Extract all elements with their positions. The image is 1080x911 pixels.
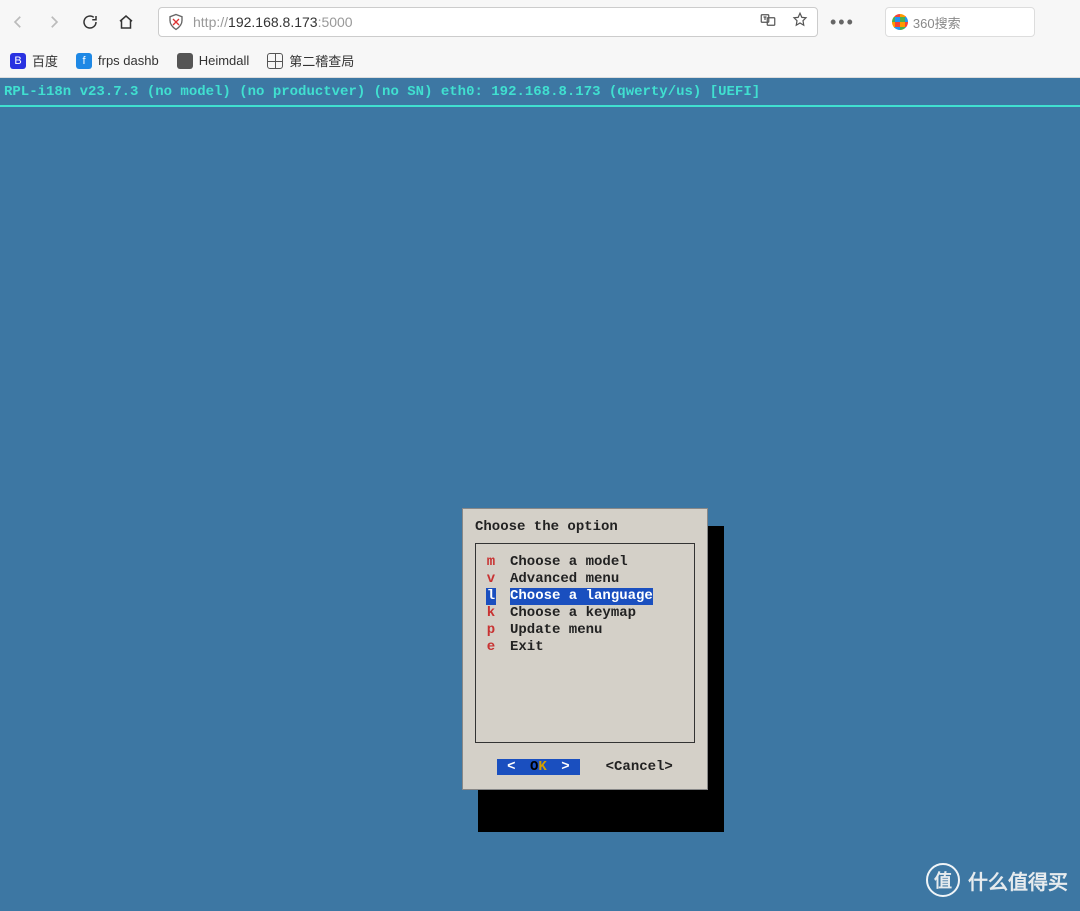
menu-dialog-wrap: Choose the option m Choose a model v Advanc… (462, 508, 708, 790)
menu-option[interactable]: k Choose a keymap (482, 605, 688, 622)
search-placeholder: 360搜索 (913, 13, 961, 32)
bookmark-dept[interactable]: 第二稽查局 (267, 51, 354, 70)
bookmark-label: Heimdall (199, 53, 250, 68)
reload-button[interactable] (78, 10, 102, 34)
watermark: 值 什么值得买 (926, 863, 1068, 897)
option-key: v (486, 571, 496, 588)
bookmark-label: 百度 (32, 51, 58, 70)
url-bar[interactable]: http://192.168.8.173:5000 (158, 7, 818, 37)
dialog-title: Choose the option (475, 519, 695, 535)
option-label: Choose a language (510, 588, 653, 605)
option-key: p (486, 622, 496, 639)
frps-icon: f (76, 53, 92, 69)
heimdall-icon (177, 53, 193, 69)
browser-chrome: http://192.168.8.173:5000 ••• 360搜索 B 百度… (0, 0, 1080, 78)
watermark-text: 什么值得买 (968, 866, 1068, 895)
option-label: Update menu (510, 622, 602, 639)
option-key: m (486, 554, 496, 571)
bookmark-frps[interactable]: f frps dashb (76, 53, 159, 69)
forward-button[interactable] (42, 10, 66, 34)
globe-icon (267, 53, 283, 69)
menu-option[interactable]: m Choose a model (482, 554, 688, 571)
bookmark-star-icon[interactable] (791, 11, 809, 34)
translate-icon[interactable] (759, 11, 777, 34)
option-label: Choose a keymap (510, 605, 636, 622)
bookmark-label: 第二稽查局 (289, 51, 354, 70)
dialog-options-frame: m Choose a model v Advanced menu l Choose a l… (475, 543, 695, 743)
separator (0, 105, 1080, 107)
bookmark-label: frps dashb (98, 53, 159, 68)
option-key: e (486, 639, 496, 656)
option-label: Advanced menu (510, 571, 619, 588)
dialog-buttons: < OK > <Cancel> (475, 759, 695, 775)
option-key: l (486, 588, 496, 605)
menu-option[interactable]: e Exit (482, 639, 688, 656)
option-label: Choose a model (510, 554, 628, 571)
menu-option[interactable]: v Advanced menu (482, 571, 688, 588)
url-text: http://192.168.8.173:5000 (193, 14, 353, 30)
menu-option[interactable]: p Update menu (482, 622, 688, 639)
terminal-status-line: RPL-i18n v23.7.3 (no model) (no productv… (0, 78, 1080, 105)
back-button[interactable] (6, 10, 30, 34)
browser-toolbar: http://192.168.8.173:5000 ••• 360搜索 (0, 0, 1080, 44)
page-content: RPL-i18n v23.7.3 (no model) (no productv… (0, 78, 1080, 911)
menu-option[interactable]: l Choose a language (482, 588, 688, 605)
menu-dialog: Choose the option m Choose a model v Advanc… (462, 508, 708, 790)
ok-button[interactable]: < OK > (497, 759, 579, 775)
security-shield-icon (167, 13, 185, 31)
watermark-badge-icon: 值 (926, 863, 960, 897)
search-engine-box[interactable]: 360搜索 (885, 7, 1035, 37)
option-label: Exit (510, 639, 544, 656)
bookmarks-bar: B 百度 f frps dashb Heimdall 第二稽查局 (0, 44, 1080, 78)
paw-icon: B (10, 53, 26, 69)
cancel-button[interactable]: <Cancel> (606, 759, 673, 775)
bookmark-baidu[interactable]: B 百度 (10, 51, 58, 70)
more-menu-icon[interactable]: ••• (830, 13, 855, 31)
search-engine-logo-icon (892, 14, 908, 30)
home-button[interactable] (114, 10, 138, 34)
bookmark-heimdall[interactable]: Heimdall (177, 53, 250, 69)
option-key: k (486, 605, 496, 622)
